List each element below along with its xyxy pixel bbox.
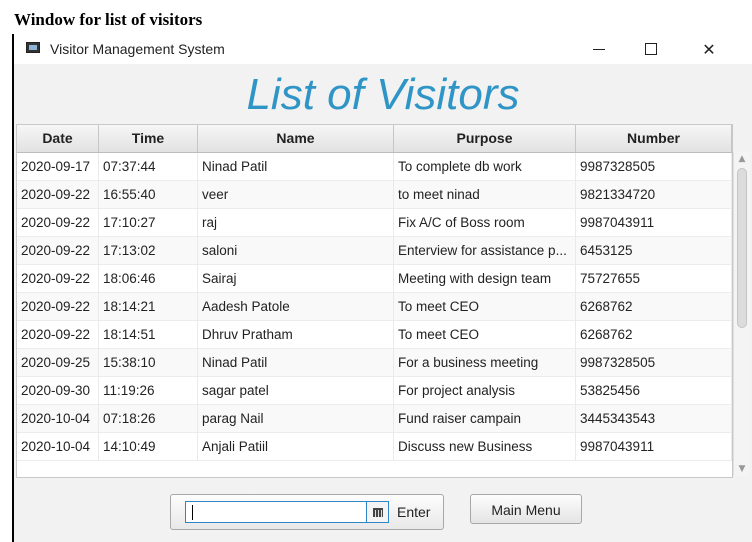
enter-label[interactable]: Enter [397,504,430,520]
cell-number: 6268762 [576,293,732,321]
cell-date: 2020-09-22 [17,181,99,209]
cell-time: 16:55:40 [99,181,198,209]
scroll-up-arrow-icon[interactable]: ▲ [736,154,748,164]
cell-time: 15:38:10 [99,349,198,377]
cell-number: 53825456 [576,377,732,405]
table-row[interactable]: 2020-10-04 14:10:49 Anjali Patiil Discuss n… [17,433,732,461]
column-header-number[interactable]: Number [576,125,732,152]
cell-number: 3445343543 [576,405,732,433]
date-picker-group: Enter [170,494,444,530]
close-button[interactable]: ✕ [688,34,730,64]
table-body: 2020-09-17 07:37:44 Ninad Patil To complete… [17,153,732,461]
cell-date: 2020-09-22 [17,293,99,321]
vertical-scrollbar[interactable]: ▲ ▼ [733,152,750,476]
cell-name: Dhruv Pratham [198,321,394,349]
cell-name: sagar patel [198,377,394,405]
cell-purpose: For a business meeting [394,349,576,377]
table-row[interactable]: 2020-09-22 16:55:40 veer to meet ninad 98213… [17,181,732,209]
cell-name: Anjali Patiil [198,433,394,461]
cell-purpose: Discuss new Business [394,433,576,461]
cell-time: 07:18:26 [99,405,198,433]
cell-name: Ninad Patil [198,349,394,377]
cell-purpose: to meet ninad [394,181,576,209]
column-header-purpose[interactable]: Purpose [394,125,576,152]
window-title: Visitor Management System [50,41,225,57]
cell-name: raj [198,209,394,237]
cell-time: 17:13:02 [99,237,198,265]
calendar-button[interactable] [367,501,389,523]
table-row[interactable]: 2020-09-22 18:14:21 Aadesh Patole To meet C… [17,293,732,321]
cell-purpose: Meeting with design team [394,265,576,293]
table-row[interactable]: 2020-09-22 17:10:27 raj Fix A/C of Boss roo… [17,209,732,237]
cell-date: 2020-09-30 [17,377,99,405]
minimize-icon [593,48,605,50]
maximize-button[interactable] [630,34,672,64]
cell-time: 07:37:44 [99,153,198,181]
cell-time: 18:14:21 [99,293,198,321]
cell-number: 6453125 [576,237,732,265]
scroll-down-arrow-icon[interactable]: ▼ [736,464,748,474]
cell-date: 2020-09-22 [17,321,99,349]
cell-date: 2020-09-22 [17,265,99,293]
maximize-icon [645,43,657,55]
cell-date: 2020-10-04 [17,405,99,433]
table-row[interactable]: 2020-10-04 07:18:26 parag Nail Fund raiser … [17,405,732,433]
visitors-table: Date Time Name Purpose Number 2020-09-17… [16,124,733,478]
calendar-icon [372,507,383,517]
table-header: Date Time Name Purpose Number [17,125,732,153]
cell-time: 18:06:46 [99,265,198,293]
cell-purpose: Fund raiser campain [394,405,576,433]
cell-number: 9987328505 [576,349,732,377]
cell-number: 9821334720 [576,181,732,209]
page-heading: List of Visitors [246,70,520,119]
text-caret [192,505,193,520]
bottom-toolbar: Enter Main Menu [14,482,752,542]
table-row[interactable]: 2020-09-17 07:37:44 Ninad Patil To complete… [17,153,732,181]
cell-name: Sairaj [198,265,394,293]
minimize-button[interactable] [578,34,620,64]
visitor-window: Visitor Management System ✕ List of Visi… [12,34,752,542]
cell-time: 14:10:49 [99,433,198,461]
cell-number: 9987328505 [576,153,732,181]
scrollbar-thumb[interactable] [737,168,747,328]
cell-purpose: Fix A/C of Boss room [394,209,576,237]
column-header-name[interactable]: Name [198,125,394,152]
cell-date: 2020-09-25 [17,349,99,377]
column-header-date[interactable]: Date [17,125,99,152]
title-bar: Visitor Management System ✕ [14,34,752,64]
table-row[interactable]: 2020-09-22 18:06:46 Sairaj Meeting with des… [17,265,732,293]
cell-date: 2020-09-22 [17,209,99,237]
cell-date: 2020-09-22 [17,237,99,265]
close-icon: ✕ [702,39,716,59]
cell-number: 75727655 [576,265,732,293]
cell-purpose: To meet CEO [394,293,576,321]
cell-name: veer [198,181,394,209]
cell-purpose: For project analysis [394,377,576,405]
cell-name: saloni [198,237,394,265]
cell-time: 11:19:26 [99,377,198,405]
table-row[interactable]: 2020-09-22 17:13:02 saloni Enterview for as… [17,237,732,265]
date-input[interactable] [185,501,367,523]
cell-name: parag Nail [198,405,394,433]
cell-number: 9987043911 [576,209,732,237]
cell-purpose: Enterview for assistance p... [394,237,576,265]
table-row[interactable]: 2020-09-25 15:38:10 Ninad Patil For a busin… [17,349,732,377]
cell-time: 18:14:51 [99,321,198,349]
table-row[interactable]: 2020-09-30 11:19:26 sagar patel For project… [17,377,732,405]
cell-date: 2020-09-17 [17,153,99,181]
column-header-time[interactable]: Time [99,125,198,152]
cell-time: 17:10:27 [99,209,198,237]
cell-name: Ninad Patil [198,153,394,181]
cell-number: 6268762 [576,321,732,349]
cell-number: 9987043911 [576,433,732,461]
cell-purpose: To meet CEO [394,321,576,349]
cell-name: Aadesh Patole [198,293,394,321]
cell-purpose: To complete db work [394,153,576,181]
app-window-icon [26,42,40,53]
table-row[interactable]: 2020-09-22 18:14:51 Dhruv Pratham To meet C… [17,321,732,349]
figure-caption: Window for list of visitors [14,10,203,29]
main-menu-button[interactable]: Main Menu [470,494,582,524]
cell-date: 2020-10-04 [17,433,99,461]
